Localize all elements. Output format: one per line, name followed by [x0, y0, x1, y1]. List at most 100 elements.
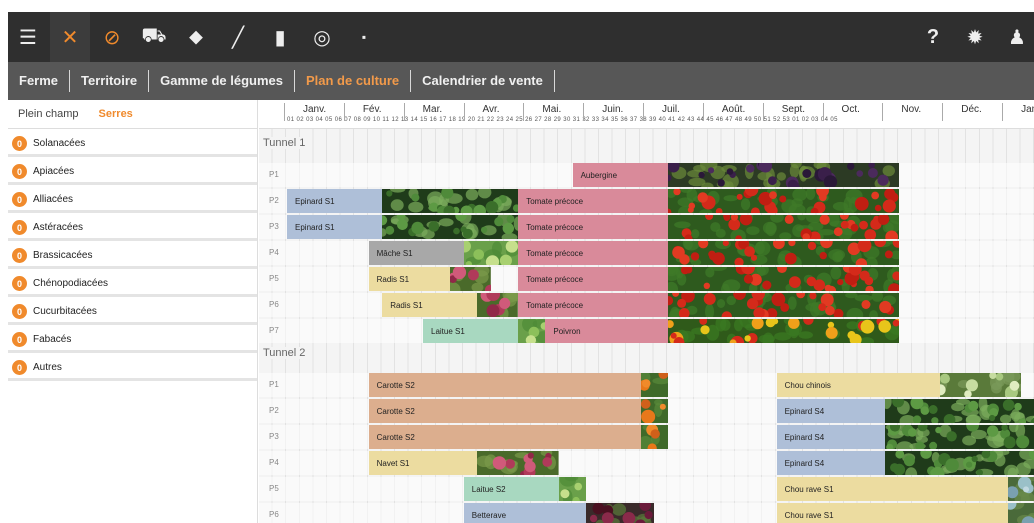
family-item[interactable]: 0 Alliacées [8, 189, 257, 213]
crop-bar[interactable]: Tomate précoce [518, 241, 668, 265]
month-separator [882, 103, 884, 121]
plot-label: P4 [269, 458, 279, 467]
mode-open-field[interactable]: Plein champ [18, 108, 79, 120]
crop-bar[interactable]: Epinard S4 [776, 425, 886, 449]
lettuce-photo [463, 241, 519, 265]
family-item[interactable]: 0 Cucurbitacées [8, 301, 257, 325]
crop-bar[interactable]: Chou rave S1 [776, 477, 1008, 501]
tab-0[interactable]: Ferme [8, 70, 71, 92]
family-label: Chénopodiacées [33, 278, 109, 289]
family-item[interactable]: 0 Brassicacées [8, 245, 257, 269]
tools-icon[interactable]: ✕ [50, 12, 90, 62]
menu-icon[interactable]: ☰ [8, 12, 48, 62]
crop-bar[interactable]: Tomate précoce [518, 215, 668, 239]
crop-bar[interactable]: Tomate précoce [518, 293, 668, 317]
month-label: Mar. [422, 104, 443, 115]
crop-bar[interactable]: Epinard S4 [776, 451, 886, 475]
crop-bar[interactable]: Laitue S2 [463, 477, 559, 501]
crop-bar[interactable]: Chou rave S1 [776, 503, 1008, 523]
radish-photo [450, 267, 491, 291]
carrot-photo [640, 373, 668, 397]
spinach-photo [885, 425, 1034, 449]
plot-label: P5 [269, 484, 279, 493]
aubergine-photo [667, 163, 899, 187]
crop-bar[interactable]: Aubergine [572, 163, 668, 187]
month-label: Janv. [303, 104, 327, 115]
plot-row: P6 Radis S1 Tomate précoce [259, 293, 1034, 317]
tab-3[interactable]: Plan de culture [295, 70, 412, 92]
month-label: Juin. [602, 104, 624, 115]
app-frame: ☰ ✕ ⊘ ⛟ ⬥ ╱ ▮ ◎ ▪? ✹ ♟ Ferme Territoire Gamme de lég… [8, 12, 1034, 523]
pen-icon[interactable]: ╱ [218, 12, 258, 62]
count-badge: 0 [12, 276, 27, 291]
plot-label: P5 [269, 274, 279, 283]
carrot-photo [640, 425, 668, 449]
crop-bar[interactable]: Carotte S2 [368, 399, 641, 423]
tab-4[interactable]: Calendrier de vente [411, 70, 555, 92]
plot-row: P4 Navet S1 Epinard S4 [259, 451, 1034, 475]
bar-chart-icon[interactable]: ▮ [260, 12, 300, 62]
crop-bar[interactable]: Mâche S1 [368, 241, 464, 265]
family-item[interactable]: 0 Chénopodiacées [8, 273, 257, 297]
crop-bar[interactable]: Navet S1 [368, 451, 478, 475]
crop-bar[interactable]: Chou chinois [776, 373, 940, 397]
crop-bar[interactable]: Tomate précoce [518, 189, 668, 213]
crop-bar[interactable]: Radis S1 [368, 267, 451, 291]
family-label: Cucurbitacées [33, 306, 97, 317]
mode-switch: Plein champ Serres [8, 100, 257, 129]
crop-bar[interactable]: Carotte S2 [368, 373, 641, 397]
kohlrabi-photo [1007, 477, 1034, 501]
cabbage-photo [939, 373, 1022, 397]
crop-bar[interactable]: Radis S1 [382, 293, 478, 317]
crop-bar[interactable]: Epinard S1 [287, 215, 383, 239]
user-icon[interactable]: ♟ [997, 12, 1034, 62]
mode-greenhouse[interactable]: Serres [99, 108, 133, 120]
family-list: 0 Solanacées 0 Apiacées 0 Alliacées 0 Astéracée… [8, 133, 257, 381]
tab-2[interactable]: Gamme de légumes [149, 70, 295, 92]
crop-plan: Tunnel 1 P1 Aubergine P2 Epinard S1 Tomate pr… [259, 129, 1034, 523]
plot-row: P7 Laitue S1 Poivron [259, 319, 1034, 343]
family-label: Apiacées [33, 166, 75, 177]
plot-row: P2 Carotte S2 Epinard S4 [259, 399, 1034, 423]
flag-icon[interactable]: ▪ [344, 12, 384, 62]
family-item[interactable]: 0 Fabacés [8, 329, 257, 353]
crop-bar[interactable]: Betterave [463, 503, 587, 523]
month-separator [343, 103, 345, 121]
spinach-photo [885, 399, 1034, 423]
month-separator [403, 103, 405, 121]
plot-row: P5 Laitue S2 Chou rave S1 [259, 477, 1034, 501]
tab-1[interactable]: Territoire [70, 70, 150, 92]
family-label: Fabacés [33, 334, 72, 345]
compass-icon[interactable]: ⊘ [92, 12, 132, 62]
tomato-photo [667, 241, 899, 265]
crop-bar[interactable]: Tomate précoce [518, 267, 668, 291]
count-badge: 0 [12, 360, 27, 375]
family-item[interactable]: 0 Autres [8, 357, 257, 381]
plot-row: P6 Betterave Chou rave S1 [259, 503, 1034, 523]
family-item[interactable]: 0 Apiacées [8, 161, 257, 185]
crop-bar[interactable]: Epinard S4 [776, 399, 886, 423]
timeline-header: 01 02 03 04 05 06 07 08 09 10 11 12 13 1… [259, 100, 1034, 129]
gauge-icon[interactable]: ◎ [302, 12, 342, 62]
crop-bar[interactable]: Poivron [545, 319, 668, 343]
crop-bar[interactable]: Epinard S1 [287, 189, 383, 213]
crop-bar[interactable]: Laitue S1 [423, 319, 519, 343]
crop-bar[interactable]: Carotte S2 [368, 425, 641, 449]
help-icon[interactable]: ? [913, 12, 953, 62]
family-item[interactable]: 0 Solanacées [8, 133, 257, 157]
tomato-photo [667, 189, 899, 213]
family-item[interactable]: 0 Astéracées [8, 217, 257, 241]
plot-label: P7 [269, 326, 279, 335]
tractor-icon[interactable]: ⛟ [134, 12, 174, 62]
plot-label: P3 [269, 432, 279, 441]
tag-icon[interactable]: ⬥ [176, 12, 216, 62]
month-separator [942, 103, 944, 121]
month-separator [1002, 103, 1004, 121]
month-label: Déc. [961, 104, 982, 115]
plot-row: P1 Aubergine [259, 163, 1034, 187]
settings-icon[interactable]: ✹ [955, 12, 995, 62]
month-label: Mai. [542, 104, 562, 115]
spinach-photo [885, 451, 1034, 475]
plot-label: P3 [269, 222, 279, 231]
plot-row: P2 Epinard S1 Tomate précoce [259, 189, 1034, 213]
